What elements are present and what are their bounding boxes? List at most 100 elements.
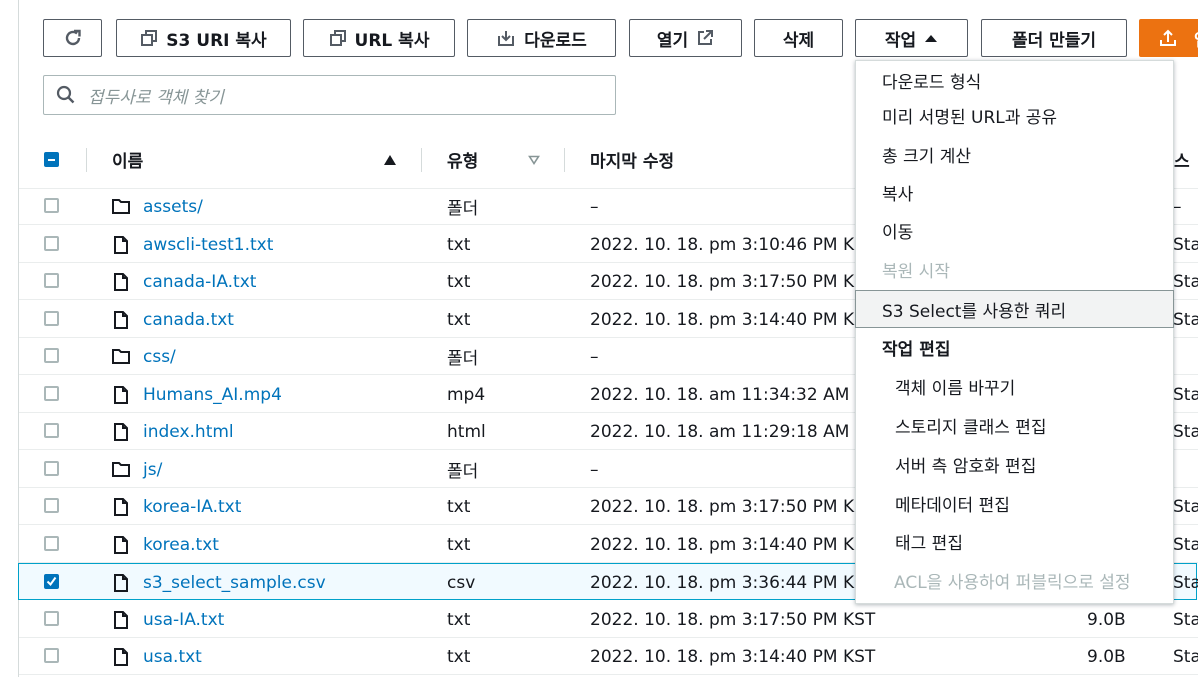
object-last-modified: –	[590, 196, 599, 217]
row-checkbox[interactable]	[44, 574, 59, 589]
file-icon	[113, 235, 129, 259]
create-folder-button[interactable]: 폴더 만들기	[981, 19, 1127, 57]
object-last-modified: 2022. 10. 18. pm 3:14:40 PM KST	[590, 309, 876, 330]
object-last-modified: 2022. 10. 18. pm 3:14:40 PM KST	[590, 646, 876, 667]
actions-menu-item[interactable]: 이동	[856, 211, 1173, 249]
object-storage-class: –	[1173, 196, 1182, 217]
row-checkbox[interactable]	[44, 273, 59, 288]
object-type: 폴더	[447, 199, 479, 219]
actions-menu-item[interactable]: S3 Select를 사용한 쿼리	[855, 290, 1174, 328]
create-folder-label: 폴더 만들기	[1011, 30, 1097, 51]
refresh-icon	[65, 29, 81, 46]
select-all-checkbox[interactable]	[44, 152, 59, 167]
object-type: txt	[447, 234, 471, 255]
object-type: txt	[447, 646, 471, 667]
delete-button[interactable]: 삭제	[754, 19, 843, 57]
actions-dropdown-button[interactable]: 작업	[855, 19, 968, 57]
folder-icon	[111, 347, 131, 369]
object-storage-class: Sta	[1173, 271, 1198, 292]
object-type: txt	[447, 609, 471, 630]
download-button[interactable]: 다운로드	[467, 19, 616, 57]
table-row[interactable]: usa-IA.txt txt 2022. 10. 18. pm 3:17:50 PM…	[19, 601, 1198, 638]
object-size: 9.0B	[1087, 609, 1126, 630]
row-checkbox[interactable]	[44, 461, 59, 476]
file-icon	[113, 610, 129, 634]
column-header-type[interactable]: 유형	[447, 131, 478, 188]
row-checkbox[interactable]	[44, 423, 59, 438]
row-checkbox[interactable]	[44, 236, 59, 251]
object-name-link[interactable]: korea.txt	[143, 526, 219, 563]
object-name-link[interactable]: canada.txt	[143, 301, 234, 338]
sort-toggle-icon[interactable]	[528, 155, 540, 165]
copy-icon	[141, 30, 158, 46]
object-name-link[interactable]: index.html	[143, 413, 234, 450]
object-last-modified: 2022. 10. 18. pm 3:17:50 PM KST	[590, 271, 876, 292]
actions-label: 작업	[884, 30, 917, 51]
caret-up-icon	[925, 35, 938, 42]
checkmark-icon	[46, 576, 57, 587]
object-last-modified: –	[590, 346, 599, 367]
file-icon	[113, 422, 129, 446]
actions-menu-item[interactable]: 서버 측 암호화 편집	[856, 445, 1173, 483]
row-checkbox[interactable]	[44, 198, 59, 213]
object-name-link[interactable]: Humans_AI.mp4	[143, 376, 282, 413]
search-input[interactable]: 접두사로 객체 찾기	[43, 75, 616, 115]
object-type: 폴더	[447, 462, 479, 482]
folder-icon	[111, 460, 131, 482]
sort-ascending-icon[interactable]	[383, 154, 397, 166]
object-storage-class: Sta	[1173, 234, 1198, 255]
row-checkbox[interactable]	[44, 311, 59, 326]
refresh-button[interactable]	[43, 19, 102, 57]
actions-menu-item[interactable]: 다운로드 형식	[856, 61, 1173, 99]
file-icon	[113, 497, 129, 521]
column-header-storage-class[interactable]: 스	[1174, 131, 1190, 188]
object-storage-class: Sta	[1173, 421, 1198, 442]
object-name-link[interactable]: assets/	[143, 188, 203, 225]
actions-menu-item[interactable]: 미리 서명된 URL과 공유	[856, 96, 1173, 134]
actions-menu-item[interactable]: 스토리지 클래스 편집	[856, 406, 1173, 444]
object-type: csv	[447, 572, 476, 593]
open-button[interactable]: 열기	[629, 19, 742, 57]
object-name-link[interactable]: usa-IA.txt	[143, 601, 224, 638]
column-header-modified[interactable]: 마지막 수정	[590, 131, 674, 188]
file-icon	[113, 647, 129, 671]
object-storage-class: Sta	[1173, 534, 1198, 555]
object-type: txt	[447, 496, 471, 517]
actions-menu-item[interactable]: 복사	[856, 173, 1173, 211]
object-storage-class: Sta	[1173, 384, 1198, 405]
object-name-link[interactable]: css/	[143, 338, 176, 375]
object-name-link[interactable]: awscli-test1.txt	[143, 226, 273, 263]
copy-url-button[interactable]: URL 복사	[303, 19, 455, 57]
actions-menu-item[interactable]: 태그 편집	[856, 522, 1173, 560]
object-name-link[interactable]: usa.txt	[143, 638, 202, 675]
actions-menu-item[interactable]: 객체 이름 바꾸기	[856, 367, 1173, 405]
actions-menu-item: ACL을 사용하여 퍼블릭으로 설정	[894, 572, 1131, 593]
object-type: 폴더	[447, 349, 479, 369]
object-last-modified: 2022. 10. 18. pm 3:36:44 PM KST	[590, 572, 876, 593]
actions-menu-item[interactable]: 총 크기 계산	[856, 135, 1173, 173]
file-icon	[113, 272, 129, 296]
row-checkbox[interactable]	[44, 611, 59, 626]
copy-url-label: URL 복사	[354, 30, 430, 51]
object-name-link[interactable]: js/	[143, 451, 162, 488]
object-storage-class: Sta	[1173, 496, 1198, 517]
row-checkbox[interactable]	[44, 536, 59, 551]
file-icon	[113, 573, 129, 597]
object-last-modified: 2022. 10. 18. pm 3:17:50 PM KST	[590, 609, 876, 630]
row-checkbox[interactable]	[44, 386, 59, 401]
object-name-link[interactable]: s3_select_sample.csv	[143, 564, 326, 601]
upload-button[interactable]: 업	[1139, 19, 1198, 57]
object-size: 9.0B	[1087, 646, 1126, 667]
row-checkbox[interactable]	[44, 648, 59, 663]
object-name-link[interactable]: korea-IA.txt	[143, 488, 241, 525]
row-checkbox[interactable]	[44, 348, 59, 363]
copy-s3-uri-button[interactable]: S3 URI 복사	[116, 19, 291, 57]
row-checkbox[interactable]	[44, 498, 59, 513]
object-type: txt	[447, 309, 471, 330]
object-last-modified: 2022. 10. 18. pm 3:10:46 PM KST	[590, 234, 876, 255]
actions-menu-item[interactable]: 메타데이터 편집	[856, 484, 1173, 522]
object-type: mp4	[447, 384, 486, 405]
table-row[interactable]: usa.txt txt 2022. 10. 18. pm 3:14:40 PM KS…	[19, 638, 1198, 675]
column-header-name[interactable]: 이름	[112, 131, 143, 188]
object-name-link[interactable]: canada-IA.txt	[143, 263, 256, 300]
